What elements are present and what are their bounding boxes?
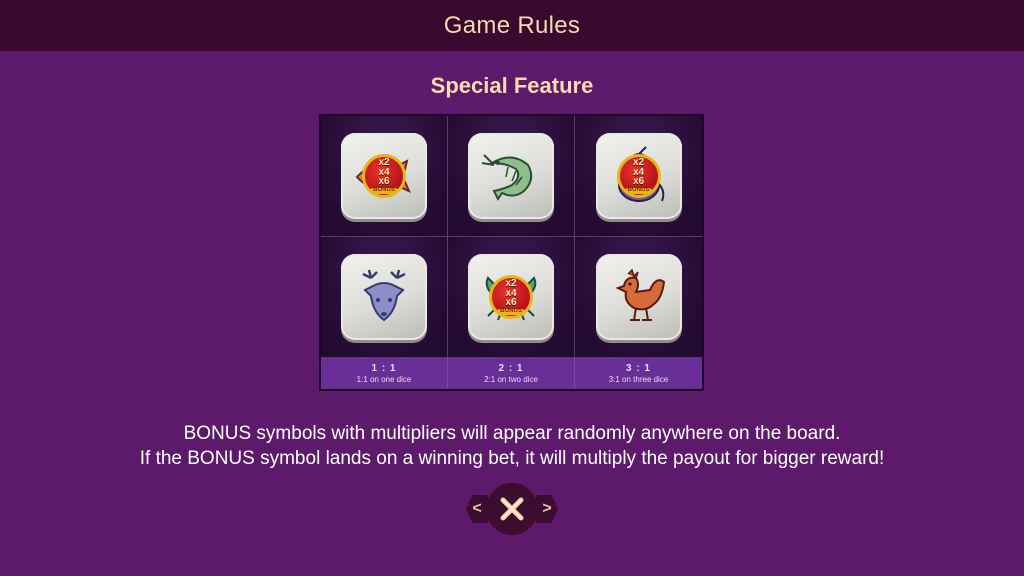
description-line-1: BONUS symbols with multipliers will appe… <box>183 423 841 444</box>
rooster-tile <box>595 254 682 340</box>
symbol-board: x2 x4 x6 BONUS x2 x4 x6 BONUS x2 x4 x6 B… <box>319 114 704 391</box>
rules-description: BONUS symbols with multipliers will appe… <box>0 421 1024 471</box>
shrimp-icon <box>481 154 533 201</box>
rooster-icon <box>614 268 665 321</box>
board-cell-deer <box>321 237 448 358</box>
description-line-2: If the BONUS symbol lands on a winning b… <box>139 448 885 469</box>
multiplier-x6: x6 <box>505 297 517 309</box>
bonus-label: BONUS <box>497 308 525 315</box>
odds-description: 2:1 on two dice <box>484 374 538 384</box>
page-title: Game Rules <box>443 11 581 39</box>
crab-tile: x2 x4 x6 BONUS <box>468 254 554 340</box>
odds-ratio: 1 : 1 <box>371 362 397 374</box>
deer-icon <box>362 269 406 322</box>
shrimp-tile <box>468 133 554 219</box>
board-cell-gourd: x2 x4 x6 BONUS <box>575 116 702 237</box>
bonus-badge: x2 x4 x6 BONUS <box>616 154 661 198</box>
bonus-label: BONUS <box>370 187 398 194</box>
close-icon <box>500 497 524 521</box>
odds-description: 3:1 on three dice <box>608 374 669 384</box>
multiplier-x6: x6 <box>632 176 645 188</box>
deer-tile <box>341 254 427 340</box>
multiplier-x6: x6 <box>378 176 390 188</box>
fish-tile: x2 x4 x6 BONUS <box>341 133 427 219</box>
close-button[interactable] <box>486 483 538 535</box>
board-cell-rooster <box>575 237 702 358</box>
board-cell-shrimp <box>448 116 575 237</box>
prev-page-button[interactable]: < <box>466 495 488 523</box>
header-bar: Game Rules <box>0 0 1024 51</box>
odds-cell-3: 3 : 1 3:1 on three dice <box>575 358 702 389</box>
gourd-tile: x2 x4 x6 BONUS <box>595 133 682 219</box>
bonus-label: BONUS <box>624 187 653 194</box>
odds-cell-1: 1 : 1 1:1 on one dice <box>321 358 448 389</box>
next-page-button[interactable]: > <box>536 495 558 523</box>
bonus-badge: x2 x4 x6 BONUS <box>362 154 406 198</box>
bonus-badge: x2 x4 x6 BONUS <box>489 275 533 319</box>
odds-cell-2: 2 : 1 2:1 on two dice <box>448 358 575 389</box>
page-navigation: < > <box>466 483 558 535</box>
board-cell-crab: x2 x4 x6 BONUS <box>448 237 575 358</box>
odds-ratio: 3 : 1 <box>625 362 651 374</box>
odds-description: 1:1 on one dice <box>356 374 412 384</box>
board-cell-fish: x2 x4 x6 BONUS <box>321 116 448 237</box>
odds-ratio: 2 : 1 <box>498 362 524 374</box>
section-title: Special Feature <box>430 73 594 98</box>
